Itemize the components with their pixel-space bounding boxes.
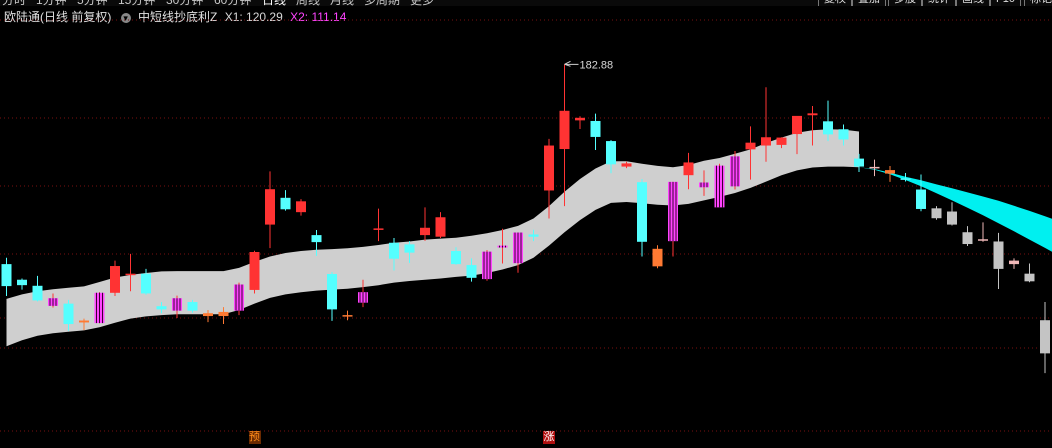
candle-body (885, 170, 895, 174)
candle-body (249, 252, 260, 290)
candle-body (544, 145, 554, 191)
candle-body (110, 266, 120, 293)
candle-body (745, 142, 756, 150)
candle-body (203, 313, 213, 317)
cyan-band (859, 167, 1052, 252)
candle-body (606, 141, 616, 165)
candle-body (32, 285, 43, 301)
candle-body (311, 235, 322, 243)
candle-body (652, 248, 663, 267)
candle-body (807, 113, 818, 116)
candle-body (280, 197, 291, 210)
candle-body (373, 228, 384, 230)
candlestick-chart[interactable]: 182.8880.00 (0, 0, 1052, 448)
candle-body (761, 137, 771, 146)
candle-body (435, 217, 446, 237)
candle-body (342, 315, 353, 317)
candle-body (404, 244, 415, 253)
candle-body (265, 189, 275, 225)
candle-body (141, 273, 151, 294)
candle-body (637, 182, 647, 242)
candle-body (466, 265, 477, 278)
candle-body (869, 166, 880, 169)
candle-body (218, 311, 229, 317)
candle-body (1, 264, 12, 287)
candle-body (528, 234, 539, 237)
candle-body (1024, 273, 1035, 282)
candle-body (947, 211, 957, 225)
candle-body (17, 279, 27, 286)
candle-body (590, 120, 601, 137)
candle-body (63, 303, 74, 325)
candle-body (187, 302, 198, 311)
candle-body (823, 121, 833, 135)
signal-marker: 涨 (543, 431, 555, 444)
candle-body (575, 117, 585, 121)
signal-marker: 预 (248, 431, 261, 444)
candle-body (125, 273, 136, 276)
candle-body (389, 242, 399, 259)
candle-body (621, 163, 632, 167)
candle-body (978, 239, 988, 241)
candle-body (327, 273, 337, 310)
candle-body (792, 115, 802, 135)
candle-body (931, 208, 942, 219)
candle-body (993, 241, 1004, 269)
candle-body (900, 178, 911, 180)
candle-body (451, 251, 461, 265)
candle-body (79, 320, 89, 323)
candle-body (962, 232, 973, 245)
candle-body (296, 201, 306, 213)
candle-body (916, 189, 926, 209)
candle-body (1009, 260, 1019, 265)
candle-body (776, 137, 787, 145)
high-marker (564, 60, 579, 67)
candle-body (683, 162, 694, 176)
candle-body (838, 129, 849, 140)
candle-body (559, 110, 570, 150)
candle-body (420, 227, 430, 236)
candle-body (156, 306, 167, 310)
high-label: 182.88 (580, 59, 614, 71)
candle-body (1040, 320, 1050, 354)
candle-body (854, 158, 864, 167)
